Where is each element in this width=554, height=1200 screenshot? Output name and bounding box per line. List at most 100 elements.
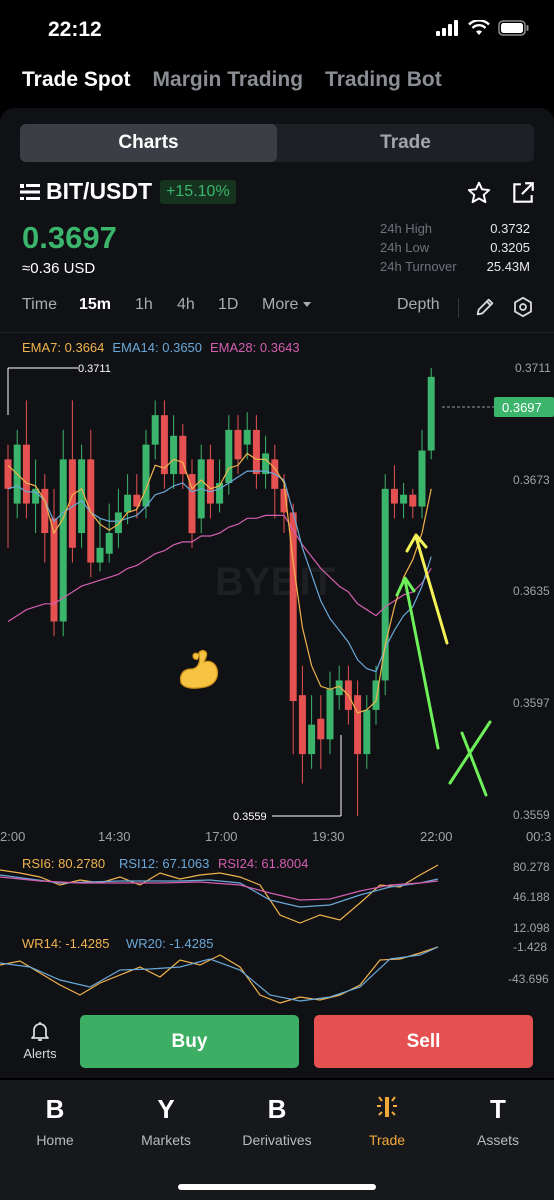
pair-header[interactable]: BIT/USDT +15.10% bbox=[20, 178, 236, 205]
candle-up bbox=[418, 450, 426, 507]
home-indicator bbox=[178, 1184, 376, 1190]
share-external-icon[interactable] bbox=[510, 180, 536, 206]
stat-label: 24h High bbox=[380, 221, 433, 236]
segment-charts[interactable]: Charts bbox=[20, 124, 277, 162]
wr20-value: WR20: -1.4285 bbox=[126, 936, 213, 951]
high-price-marker: 0.3711 bbox=[7, 363, 111, 415]
stat-value: 0.3205 bbox=[490, 240, 530, 255]
ema7-value: EMA7: 0.3664 bbox=[22, 340, 105, 355]
low-price-marker: 0.3559 bbox=[233, 735, 342, 823]
nav-label: Home bbox=[36, 1132, 74, 1148]
time-axis-tick: 14:30 bbox=[98, 829, 131, 844]
depth-button[interactable]: Depth bbox=[397, 296, 440, 314]
status-bar: 22:12 bbox=[0, 0, 554, 62]
rsi-axis-tick: 12.098 bbox=[513, 921, 550, 935]
time-axis-tick: 00:3 bbox=[526, 829, 551, 844]
flexed-biceps-sticker bbox=[179, 649, 219, 689]
price-axis-tick: 0.3559 bbox=[513, 808, 550, 822]
tab-trading-bot[interactable]: Trading Bot bbox=[325, 68, 442, 92]
wr-axis-tick: -43.696 bbox=[508, 972, 549, 986]
sell-button[interactable]: Sell bbox=[314, 1015, 533, 1068]
chart-canvas[interactable]: BYBIT 0.3711 0.3559 0.3697 0.3711 0.3673… bbox=[0, 355, 554, 1015]
candle-down bbox=[354, 695, 362, 755]
bottom-navigation: B Home Y Markets B Derivatives Trade T A… bbox=[0, 1080, 554, 1200]
rsi6-value: RSI6: 80.2780 bbox=[22, 856, 105, 871]
williams-r-indicator: WR14: -1.4285 WR20: -1.4285 -1.428 -43.6… bbox=[0, 936, 549, 1004]
candle-up bbox=[142, 444, 150, 507]
buy-button[interactable]: Buy bbox=[80, 1015, 299, 1068]
rsi12-value: RSI12: 67.1063 bbox=[119, 856, 209, 871]
time-axis-tick: 17:00 bbox=[205, 829, 238, 844]
trade-actions-bar: Alerts Buy Sell bbox=[0, 1015, 554, 1077]
menu-icon[interactable] bbox=[20, 183, 40, 201]
candle-down bbox=[22, 444, 30, 504]
home-icon: B bbox=[45, 1094, 65, 1124]
candle-down bbox=[317, 718, 325, 740]
alerts-label: Alerts bbox=[23, 1046, 57, 1061]
tab-trade-spot[interactable]: Trade Spot bbox=[22, 68, 131, 92]
settings-gear-icon[interactable] bbox=[512, 296, 534, 318]
nav-markets[interactable]: Y Markets bbox=[111, 1092, 221, 1148]
nav-assets[interactable]: T Assets bbox=[443, 1092, 553, 1148]
interval-1d[interactable]: 1D bbox=[218, 296, 238, 314]
favorite-star-icon[interactable] bbox=[466, 180, 492, 206]
candle-down bbox=[206, 459, 214, 504]
rsi-axis-tick: 80.278 bbox=[513, 860, 550, 874]
candle-down bbox=[252, 429, 260, 475]
price-chart[interactable]: BYBIT 0.3711 0.3559 0.3697 0.3711 0.3673… bbox=[0, 355, 554, 1015]
current-price-tag-label: 0.3697 bbox=[502, 400, 542, 415]
price-axis-tick: 0.3673 bbox=[513, 473, 550, 487]
view-segmented-control: Charts Trade bbox=[20, 124, 534, 162]
nav-label: Trade bbox=[368, 1132, 406, 1148]
time-axis-tick: 22:00 bbox=[420, 829, 453, 844]
candle-down bbox=[390, 488, 398, 504]
interval-4h[interactable]: 4h bbox=[177, 296, 195, 314]
draw-pencil-icon[interactable] bbox=[474, 296, 496, 318]
annotation-arrows bbox=[395, 533, 492, 797]
nav-home[interactable]: B Home bbox=[0, 1092, 110, 1148]
interval-15m[interactable]: 15m bbox=[79, 296, 111, 314]
candle-down bbox=[234, 429, 242, 460]
stat-label: 24h Turnover bbox=[380, 259, 457, 274]
candle-up bbox=[335, 680, 343, 696]
low-price-label: 0.3559 bbox=[233, 811, 267, 823]
nav-trade[interactable]: Trade bbox=[332, 1092, 442, 1148]
interval-time[interactable]: Time bbox=[22, 296, 57, 314]
candle-up bbox=[151, 415, 159, 445]
chart-top-divider bbox=[0, 332, 554, 333]
candle-up bbox=[326, 689, 334, 740]
candle-up bbox=[170, 435, 178, 475]
candle-up bbox=[114, 512, 122, 534]
cellular-signal-icon bbox=[436, 20, 458, 36]
interval-more[interactable]: More bbox=[262, 296, 311, 314]
candle-up bbox=[363, 709, 371, 755]
nav-label: Assets bbox=[476, 1132, 519, 1148]
pair-name: BIT/USDT bbox=[46, 178, 153, 204]
wr14-value: WR14: -1.4285 bbox=[22, 936, 109, 951]
candle-down bbox=[4, 459, 12, 489]
time-axis-tick: 2:00 bbox=[0, 829, 25, 844]
stat-24h-low: 24h Low 0.3205 bbox=[380, 240, 530, 259]
candle-up bbox=[105, 533, 113, 554]
rsi-axis-tick: 46.188 bbox=[513, 890, 550, 904]
rsi24-value: RSI24: 61.8004 bbox=[218, 856, 308, 871]
candle-up bbox=[427, 376, 435, 451]
candle-down bbox=[298, 695, 306, 755]
interval-bar: Time 15m 1h 4h 1D More Depth bbox=[22, 296, 534, 320]
toolbar-divider bbox=[458, 298, 459, 318]
stat-24h-high: 24h High 0.3732 bbox=[380, 221, 530, 240]
alerts-button[interactable]: Alerts bbox=[18, 1019, 62, 1061]
interval-1h[interactable]: 1h bbox=[135, 296, 153, 314]
price-axis-tick: 0.3597 bbox=[513, 696, 550, 710]
24h-stats: 24h High 0.3732 24h Low 0.3205 24h Turno… bbox=[380, 221, 530, 278]
wifi-icon bbox=[468, 20, 490, 35]
chevron-down-icon bbox=[302, 301, 311, 307]
nav-label: Derivatives bbox=[242, 1132, 312, 1148]
derivatives-icon: B bbox=[267, 1094, 287, 1124]
tab-margin-trading[interactable]: Margin Trading bbox=[153, 68, 304, 92]
candle-up bbox=[96, 547, 104, 563]
status-time: 22:12 bbox=[48, 18, 102, 41]
stat-label: 24h Low bbox=[380, 240, 430, 255]
nav-derivatives[interactable]: B Derivatives bbox=[222, 1092, 332, 1148]
segment-trade[interactable]: Trade bbox=[277, 124, 534, 162]
